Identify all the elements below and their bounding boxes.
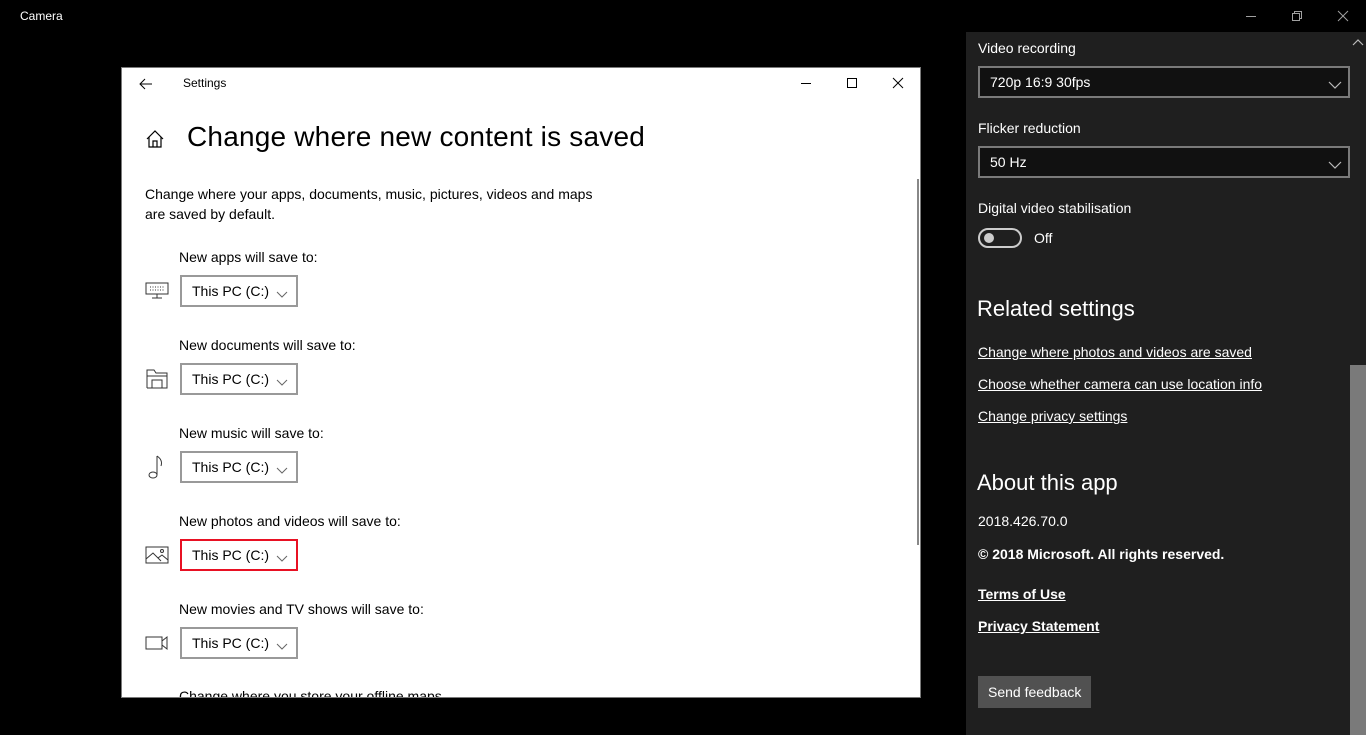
chevron-down-icon	[276, 638, 288, 650]
settings-minimize-button[interactable]	[783, 68, 829, 98]
video-camera-icon	[144, 632, 170, 654]
app-title: Camera	[20, 9, 63, 23]
stabilisation-toggle[interactable]	[978, 228, 1022, 248]
chevron-up-icon	[1352, 39, 1364, 46]
documents-save-label: New documents will save to:	[179, 337, 356, 353]
music-note-icon	[144, 454, 170, 479]
app-restore-button[interactable]	[1274, 0, 1320, 32]
chevron-down-icon	[276, 462, 288, 474]
flicker-reduction-value: 50 Hz	[990, 154, 1027, 170]
link-location-info[interactable]: Choose whether camera can use location i…	[978, 376, 1262, 392]
about-heading: About this app	[977, 470, 1118, 495]
close-icon	[1337, 10, 1349, 22]
music-save-label: New music will save to:	[179, 425, 324, 441]
minimize-icon	[801, 83, 811, 84]
restore-icon	[1292, 11, 1302, 21]
apps-save-dropdown[interactable]: This PC (C:)	[180, 275, 298, 307]
flicker-reduction-dropdown[interactable]: 50 Hz	[978, 146, 1350, 178]
video-recording-dropdown[interactable]: 720p 16:9 30fps	[978, 66, 1350, 98]
terms-of-use-link[interactable]: Terms of Use	[978, 586, 1066, 602]
settings-window-title: Settings	[183, 76, 227, 90]
chevron-down-icon	[276, 374, 288, 386]
page-title: Change where new content is saved	[187, 121, 645, 152]
music-save-value: This PC (C:)	[192, 459, 269, 475]
back-arrow-icon	[139, 78, 152, 90]
scroll-up-button[interactable]	[1352, 35, 1364, 46]
folder-icon	[144, 368, 170, 390]
close-icon	[892, 77, 904, 89]
related-settings-heading: Related settings	[977, 296, 1135, 321]
photos-save-dropdown[interactable]: This PC (C:)	[180, 539, 298, 571]
keyboard-icon	[144, 280, 170, 302]
settings-close-button[interactable]	[875, 68, 920, 98]
camera-settings-panel: Video recording 720p 16:9 30fps Flicker …	[966, 32, 1366, 735]
documents-save-value: This PC (C:)	[192, 371, 269, 387]
chevron-down-icon	[1328, 157, 1342, 169]
documents-save-dropdown[interactable]: This PC (C:)	[180, 363, 298, 395]
apps-save-value: This PC (C:)	[192, 283, 269, 299]
video-recording-value: 720p 16:9 30fps	[990, 74, 1091, 90]
video-recording-label: Video recording	[978, 40, 1076, 56]
link-privacy-settings[interactable]: Change privacy settings	[978, 408, 1127, 424]
maximize-icon	[847, 78, 857, 88]
chevron-down-icon	[276, 286, 288, 298]
toggle-knob	[984, 233, 994, 243]
stabilisation-label: Digital video stabilisation	[978, 200, 1132, 216]
photos-save-value: This PC (C:)	[192, 547, 269, 563]
offline-maps-label[interactable]: Change where you store your offline maps	[179, 688, 442, 697]
settings-maximize-button[interactable]	[829, 68, 875, 98]
privacy-statement-link[interactable]: Privacy Statement	[978, 618, 1099, 634]
app-version: 2018.426.70.0	[978, 513, 1068, 529]
home-button[interactable]	[144, 128, 166, 150]
copyright-text: © 2018 Microsoft. All rights reserved.	[978, 546, 1225, 562]
home-icon	[146, 130, 164, 148]
link-photos-saved[interactable]: Change where photos and videos are saved	[978, 344, 1252, 360]
music-save-dropdown[interactable]: This PC (C:)	[180, 451, 298, 483]
settings-scrollbar[interactable]	[917, 179, 919, 545]
app-minimize-button[interactable]	[1228, 0, 1274, 32]
photos-save-label: New photos and videos will save to:	[179, 513, 401, 529]
app-close-button[interactable]	[1320, 0, 1366, 32]
panel-scrollbar-thumb[interactable]	[1350, 365, 1366, 735]
minimize-icon	[1246, 16, 1256, 17]
apps-save-label: New apps will save to:	[179, 249, 318, 265]
send-feedback-button[interactable]: Send feedback	[978, 676, 1092, 708]
page-description: Change where your apps, documents, music…	[145, 186, 593, 222]
movies-save-dropdown[interactable]: This PC (C:)	[180, 627, 298, 659]
chevron-down-icon	[1328, 77, 1342, 89]
settings-window: Settings Change where new content is sav…	[121, 67, 921, 698]
image-icon	[144, 544, 170, 566]
movies-save-value: This PC (C:)	[192, 635, 269, 651]
chevron-down-icon	[276, 550, 288, 562]
stabilisation-state: Off	[1034, 230, 1053, 246]
flicker-reduction-label: Flicker reduction	[978, 120, 1081, 136]
back-button[interactable]	[136, 74, 156, 94]
movies-save-label: New movies and TV shows will save to:	[179, 601, 424, 617]
